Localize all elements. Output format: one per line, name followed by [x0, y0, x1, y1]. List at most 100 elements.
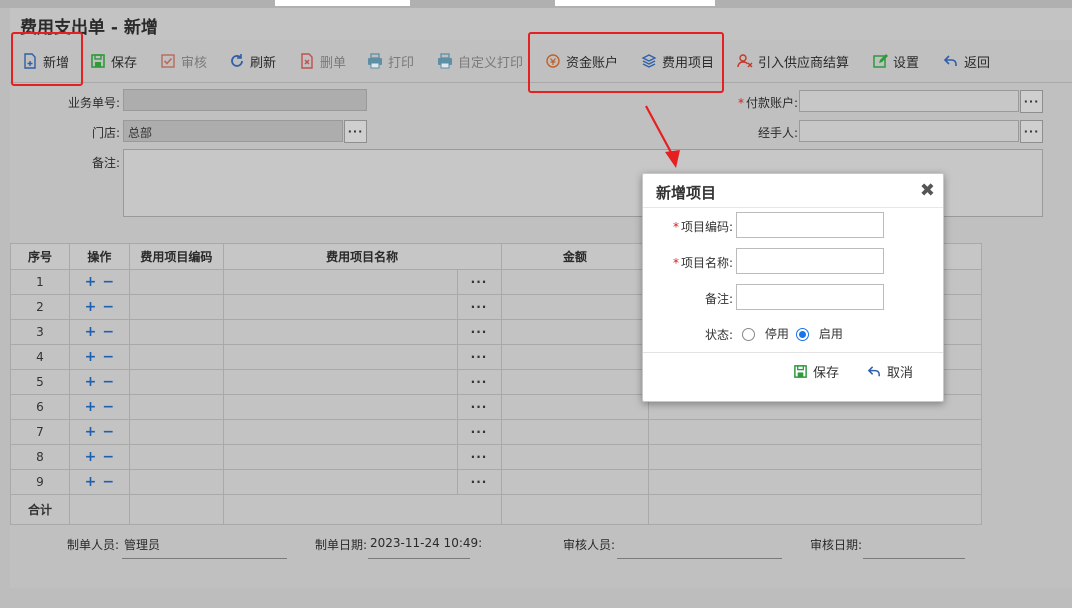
item-lookup-button[interactable]: ···: [456, 469, 502, 495]
item-code-cell[interactable]: [128, 369, 224, 395]
add-row-icon[interactable]: +: [85, 349, 97, 365]
row-ops: + −: [68, 319, 130, 345]
add-row-icon[interactable]: +: [85, 449, 97, 465]
item-name-cell[interactable]: [222, 419, 458, 445]
remove-row-icon[interactable]: −: [102, 349, 114, 365]
item-code-input[interactable]: [736, 212, 884, 238]
item-code-cell[interactable]: [128, 469, 224, 495]
item-name-cell[interactable]: [222, 369, 458, 395]
add-row-icon[interactable]: +: [85, 299, 97, 315]
pay-account-lookup-button[interactable]: ···: [1020, 90, 1043, 113]
delete-button[interactable]: 删单: [299, 50, 346, 72]
row-ops: + −: [68, 344, 130, 370]
item-lookup-button[interactable]: ···: [456, 269, 502, 295]
tab-placeholder[interactable]: [275, 0, 410, 6]
amount-cell[interactable]: [500, 319, 650, 345]
row-index: 7: [10, 419, 70, 445]
table-row: 9 + − ···: [10, 469, 982, 495]
remove-row-icon[interactable]: −: [102, 374, 114, 390]
item-lookup-button[interactable]: ···: [456, 444, 502, 470]
amount-cell[interactable]: [500, 444, 650, 470]
item-lookup-button[interactable]: ···: [456, 419, 502, 445]
tab-placeholder[interactable]: [555, 0, 715, 6]
row-ops: + −: [68, 369, 130, 395]
add-row-icon[interactable]: +: [85, 424, 97, 440]
amount-cell[interactable]: [500, 469, 650, 495]
add-row-icon[interactable]: +: [85, 274, 97, 290]
remove-row-icon[interactable]: −: [102, 274, 114, 290]
settings-button[interactable]: 设置: [872, 50, 919, 72]
add-row-icon[interactable]: +: [85, 324, 97, 340]
item-name-cell[interactable]: [222, 269, 458, 295]
amount-cell[interactable]: [500, 369, 650, 395]
item-name-cell[interactable]: [222, 344, 458, 370]
remove-row-icon[interactable]: −: [102, 399, 114, 415]
col-header-ops[interactable]: 操作: [68, 243, 130, 270]
add-row-icon[interactable]: +: [85, 399, 97, 415]
item-code-cell[interactable]: [128, 269, 224, 295]
row-ops: + −: [68, 469, 130, 495]
item-lookup-button[interactable]: ···: [456, 394, 502, 420]
amount-cell[interactable]: [500, 419, 650, 445]
item-name-cell[interactable]: [222, 469, 458, 495]
item-name-input[interactable]: [736, 248, 884, 274]
item-code-cell[interactable]: [128, 419, 224, 445]
status-enabled-radio[interactable]: [796, 328, 809, 341]
item-lookup-button[interactable]: ···: [456, 319, 502, 345]
extra-cell[interactable]: [648, 469, 982, 495]
audit-button[interactable]: 审核: [160, 50, 207, 72]
remove-row-icon[interactable]: −: [102, 474, 114, 490]
store-field[interactable]: 总部: [123, 120, 343, 142]
item-lookup-button[interactable]: ···: [456, 294, 502, 320]
custom-print-button[interactable]: 自定义打印: [437, 50, 523, 72]
required-mark: *: [672, 256, 679, 270]
remove-row-icon[interactable]: −: [102, 449, 114, 465]
refresh-button[interactable]: 刷新: [229, 50, 276, 72]
pay-account-field[interactable]: [799, 90, 1019, 112]
print-button[interactable]: 打印: [367, 50, 414, 72]
save-button[interactable]: 保存: [90, 50, 137, 72]
item-name-cell[interactable]: [222, 394, 458, 420]
doc-no-field[interactable]: [123, 89, 367, 111]
amount-cell[interactable]: [500, 294, 650, 320]
amount-cell[interactable]: [500, 344, 650, 370]
remove-row-icon[interactable]: −: [102, 424, 114, 440]
item-code-cell[interactable]: [128, 444, 224, 470]
col-header-item-name[interactable]: 费用项目名称: [222, 243, 502, 270]
item-code-cell[interactable]: [128, 344, 224, 370]
add-row-icon[interactable]: +: [85, 474, 97, 490]
item-name-cell[interactable]: [222, 294, 458, 320]
col-header-amount[interactable]: 金额: [500, 243, 650, 270]
amount-cell[interactable]: [500, 394, 650, 420]
store-lookup-button[interactable]: ···: [344, 120, 367, 143]
extra-cell[interactable]: [648, 419, 982, 445]
add-row-icon[interactable]: +: [85, 374, 97, 390]
handler-field[interactable]: [799, 120, 1019, 142]
col-header-index[interactable]: 序号: [10, 243, 70, 270]
custom-print-label: 自定义打印: [458, 55, 524, 71]
pay-account-label-wrap: * 付款账户:: [700, 94, 798, 111]
col-header-item-code[interactable]: 费用项目编码: [128, 243, 224, 270]
item-name-cell[interactable]: [222, 319, 458, 345]
status-disabled-radio[interactable]: [742, 328, 755, 341]
amount-cell[interactable]: [500, 269, 650, 295]
remove-row-icon[interactable]: −: [102, 299, 114, 315]
item-code-cell[interactable]: [128, 319, 224, 345]
extra-cell[interactable]: [648, 444, 982, 470]
status-disabled-option[interactable]: 停用: [742, 325, 789, 342]
dialog-cancel-button[interactable]: 取消: [867, 362, 913, 381]
item-remark-input[interactable]: [736, 284, 884, 310]
status-label: 状态:: [704, 328, 733, 342]
item-code-cell[interactable]: [128, 294, 224, 320]
item-lookup-button[interactable]: ···: [456, 369, 502, 395]
item-code-cell[interactable]: [128, 394, 224, 420]
back-button[interactable]: 返回: [943, 50, 990, 72]
remove-row-icon[interactable]: −: [102, 324, 114, 340]
dialog-save-button[interactable]: 保存: [793, 362, 839, 381]
close-icon[interactable]: ✖: [920, 180, 935, 201]
item-lookup-button[interactable]: ···: [456, 344, 502, 370]
item-name-cell[interactable]: [222, 444, 458, 470]
status-enabled-option[interactable]: 启用: [796, 325, 843, 342]
import-supplier-button[interactable]: 引入供应商结算: [737, 50, 849, 72]
handler-lookup-button[interactable]: ···: [1020, 120, 1043, 143]
